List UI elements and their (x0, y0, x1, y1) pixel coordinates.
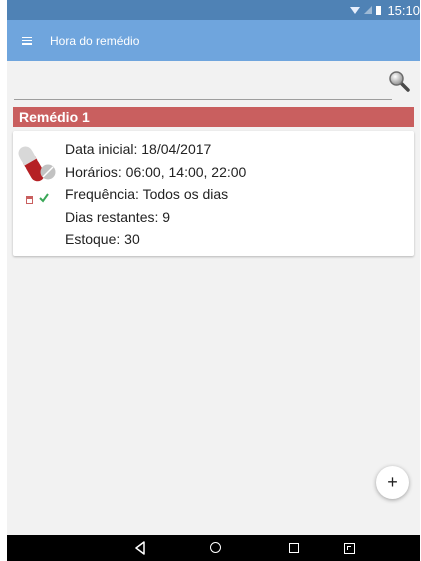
status-time: 15:10 (387, 2, 420, 18)
recents-icon[interactable] (289, 543, 299, 553)
status-bar: 15:10 (7, 0, 420, 20)
medicine-group-header: Remédio 1 (13, 107, 414, 127)
back-icon[interactable] (134, 541, 146, 555)
status-icons: 15:10 (350, 0, 420, 20)
resize-icon[interactable] (344, 543, 355, 554)
signal-icon (364, 6, 373, 14)
medicine-details: Data inicial: 18/04/2017 Horários: 06:00… (65, 138, 246, 251)
wifi-icon (350, 6, 361, 14)
pill-icon (18, 146, 56, 182)
app-title: Hora do remédio (50, 33, 140, 48)
check-icon (39, 193, 49, 203)
add-icon: + (387, 472, 398, 492)
app-screen: 15:10 Hora do remédio Remédio 1 Data ini… (7, 0, 420, 561)
home-icon[interactable] (210, 542, 221, 553)
start-date: Data inicial: 18/04/2017 (65, 141, 212, 157)
frequency: Frequência: Todos os dias (65, 186, 229, 202)
search-bar (7, 61, 420, 103)
medicine-card[interactable]: Data inicial: 18/04/2017 Horários: 06:00… (13, 131, 414, 256)
search-input[interactable] (14, 71, 392, 100)
calendar-icon (26, 196, 33, 204)
app-bar: Hora do remédio (7, 20, 420, 61)
days-remaining: Dias restantes: 9 (65, 208, 171, 225)
schedule-times: Horários: 06:00, 14:00, 22:00 (65, 163, 247, 180)
hamburger-menu-icon[interactable] (22, 36, 32, 45)
add-medicine-button[interactable]: + (376, 466, 409, 499)
search-icon[interactable] (387, 69, 411, 93)
stock: Estoque: 30 (65, 231, 140, 247)
battery-icon (376, 5, 382, 15)
navigation-bar (7, 535, 420, 561)
